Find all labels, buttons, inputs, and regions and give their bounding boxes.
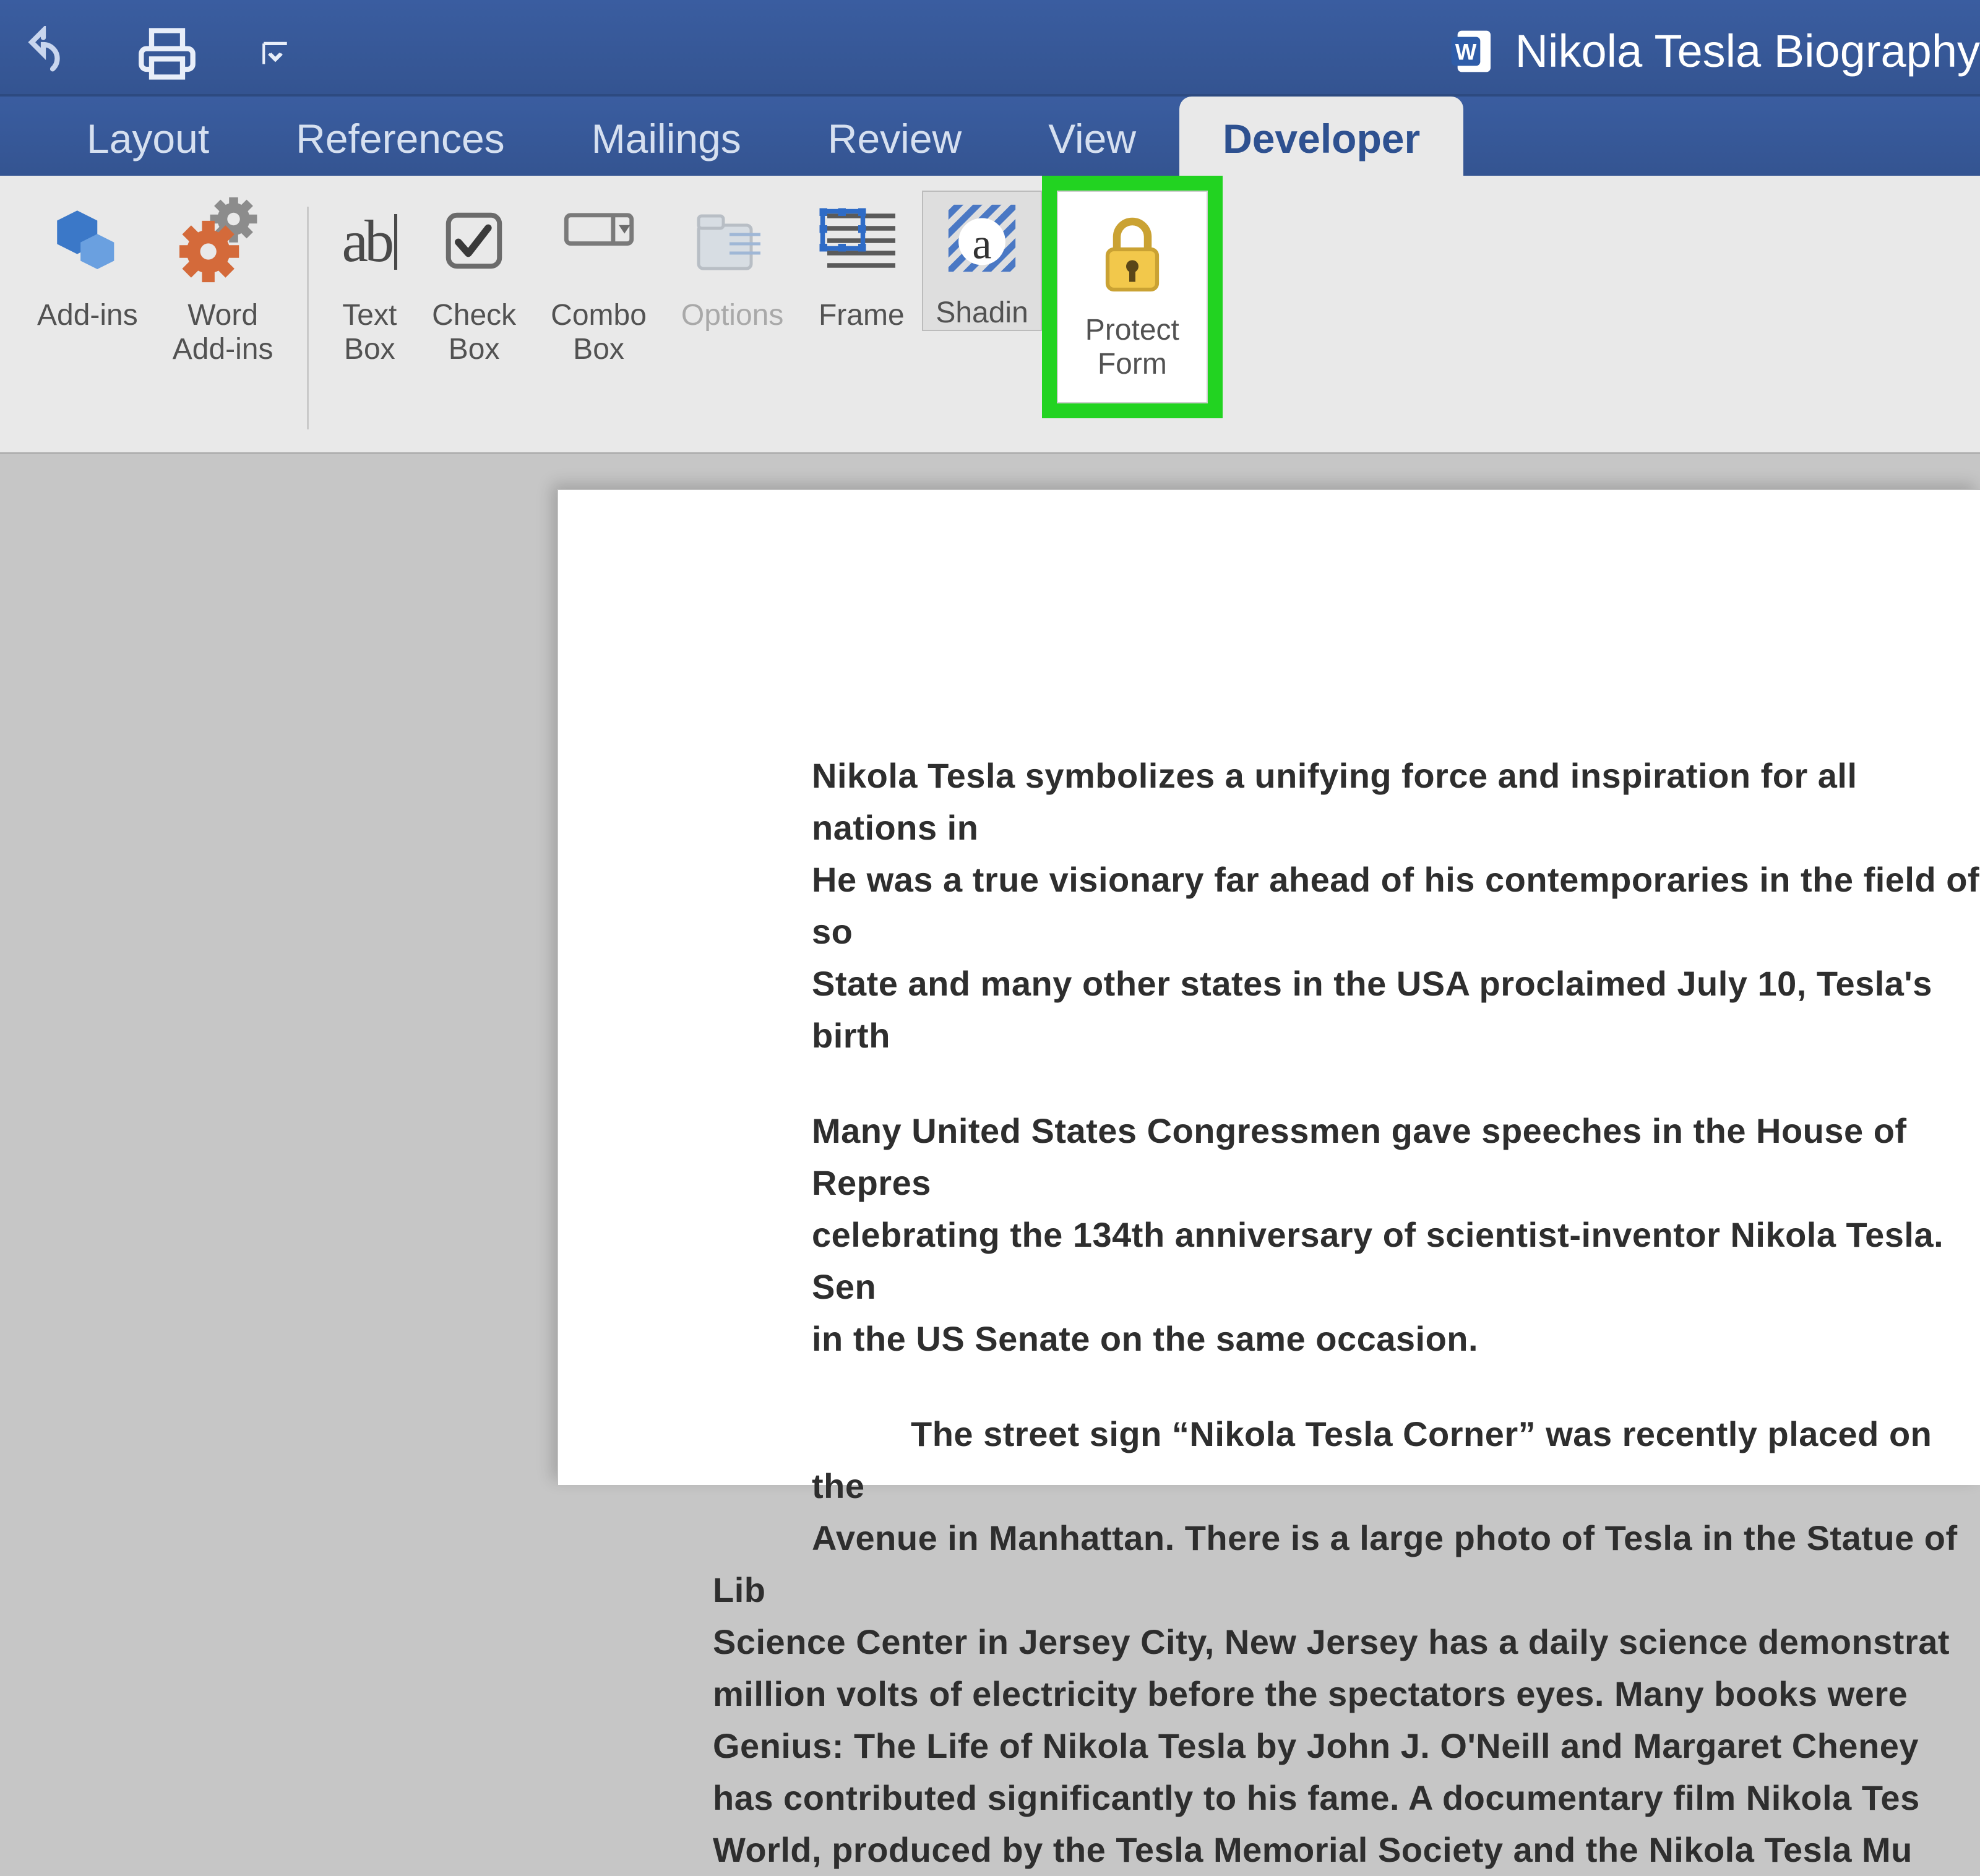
tab-references[interactable]: References (252, 97, 548, 182)
check-box-label: Check Box (432, 298, 516, 366)
doc-line: The street sign “Nikola Tesla Corner” wa… (812, 1414, 1932, 1505)
combo-box-button[interactable]: Combo Box (533, 194, 664, 366)
document-body: Nikola Tesla symbolizes a unifying force… (558, 490, 1980, 1876)
doc-line: Science Center in Jersey City, New Jerse… (713, 1622, 1950, 1661)
customize-qat-button[interactable] (257, 26, 294, 82)
doc-line: State and many other states in the USA p… (812, 964, 1932, 1055)
frame-label: Frame (819, 298, 905, 332)
combo-box-label: Combo Box (551, 298, 647, 366)
shading-icon: a (942, 192, 1022, 285)
protect-form-label: Protect Form (1085, 313, 1179, 381)
combo-box-icon (562, 194, 636, 287)
frame-icon (818, 194, 905, 287)
shading-label: Shadin (936, 296, 1028, 330)
frame-button[interactable]: Frame (801, 194, 922, 332)
svg-text:W: W (1455, 39, 1476, 64)
lock-icon (1095, 209, 1169, 302)
doc-line: Nikola Tesla symbolizes a unifying force… (812, 756, 1857, 847)
doc-line: Genius: The Life of Nikola Tesla by John… (713, 1726, 1919, 1765)
text-box-label: Text Box (342, 298, 397, 366)
doc-line: World, produced by the Tesla Memorial So… (713, 1830, 1913, 1869)
check-box-button[interactable]: Check Box (415, 194, 533, 366)
doc-line: in the US Senate on the same occasion. (812, 1319, 1478, 1358)
word-addins-label: Word Add-ins (173, 298, 273, 366)
svg-text:a: a (972, 220, 991, 269)
separator (307, 207, 309, 429)
shading-button[interactable]: a Shadin (922, 191, 1041, 331)
doc-line: has contributed significantly to his fam… (713, 1778, 1920, 1817)
tab-review[interactable]: Review (785, 97, 1005, 182)
doc-line: celebrating the 134th anniversary of sci… (812, 1215, 1943, 1306)
tab-view[interactable]: View (1005, 97, 1179, 182)
title-bar: W Nikola Tesla Biography (0, 0, 1980, 97)
print-button[interactable] (133, 26, 201, 82)
text-box-icon: ab (342, 194, 398, 287)
word-addins-button[interactable]: Word Add-ins (155, 194, 291, 366)
doc-line: million volts of electricity before the … (713, 1674, 1908, 1713)
tab-developer[interactable]: Developer (1179, 97, 1463, 182)
document-title-text: Nikola Tesla Biography (1515, 25, 1980, 77)
tab-mailings[interactable]: Mailings (548, 97, 785, 182)
options-button: Options (664, 194, 801, 332)
ribbon-tabs: Layout References Mailings Review View D… (0, 97, 1980, 176)
addins-icon (47, 194, 127, 287)
ribbon: Add-ins Word Add-ins ab Text Box Check B… (0, 176, 1980, 454)
check-box-icon (440, 194, 508, 287)
options-icon (692, 194, 773, 287)
undo-button[interactable] (9, 26, 77, 82)
doc-line: He was a true visionary far ahead of his… (812, 860, 1979, 951)
options-label: Options (681, 298, 783, 332)
document-canvas[interactable]: Nikola Tesla symbolizes a unifying force… (557, 489, 1980, 1485)
highlight-box: Protect Form (1042, 176, 1223, 418)
addins-label: Add-ins (37, 298, 138, 332)
quick-access-toolbar (9, 26, 294, 82)
word-icon: W (1447, 27, 1497, 76)
gear-icon (179, 194, 266, 287)
tab-layout[interactable]: Layout (43, 97, 252, 182)
protect-form-button[interactable]: Protect Form (1057, 191, 1208, 403)
text-box-button[interactable]: ab Text Box (325, 194, 415, 366)
doc-line: Many United States Congressmen gave spee… (812, 1111, 1907, 1202)
document-title: W Nikola Tesla Biography (1447, 25, 1980, 77)
addins-button[interactable]: Add-ins (0, 194, 155, 332)
doc-line: Avenue in Manhattan. There is a large ph… (713, 1518, 1958, 1609)
